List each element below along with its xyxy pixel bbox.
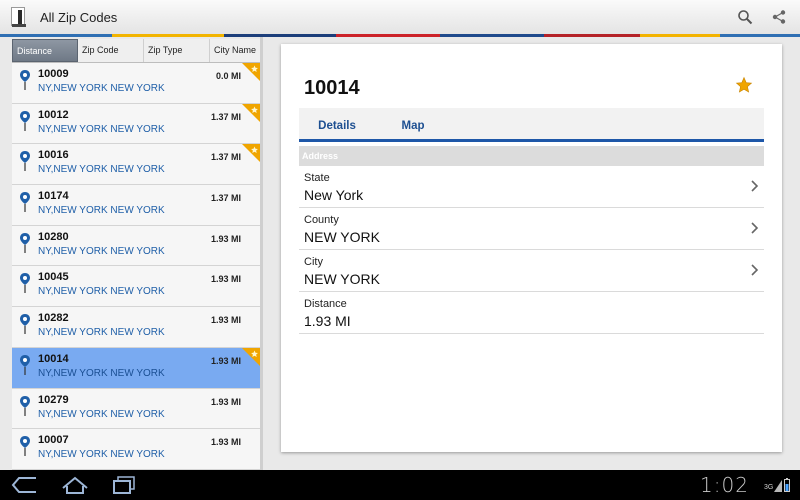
zip-distance: 1.93 MI — [210, 355, 241, 366]
location-pin-icon — [19, 191, 31, 213]
zip-list-item[interactable]: 10280 NY,NEW YORK NEW YORK 1.93 MI — [12, 225, 260, 267]
search-icon[interactable] — [728, 0, 762, 34]
location-pin-icon — [19, 69, 31, 91]
tab-details[interactable]: Details — [299, 108, 375, 142]
zip-list-item[interactable]: 10007 NY,NEW YORK NEW YORK 1.93 MI — [12, 429, 260, 470]
zip-code: 10007 — [38, 434, 69, 447]
location-pin-icon — [19, 150, 31, 172]
location-pin-icon — [19, 395, 31, 417]
detail-card: 10014 Details Map Address State New York… — [281, 44, 782, 452]
favorite-star-icon[interactable] — [735, 76, 753, 94]
zip-distance: 1.93 MI — [210, 274, 241, 285]
detail-value: New York — [304, 187, 364, 203]
zip-code: 10279 — [38, 393, 69, 406]
detail-tabs: Details Map — [299, 108, 764, 142]
zip-place: NY,NEW YORK NEW YORK — [38, 83, 165, 94]
zip-place: NY,NEW YORK NEW YORK — [38, 327, 165, 339]
system-nav-bar: 1:02 3G — [0, 470, 800, 500]
zip-list-item[interactable]: 10012 NY,NEW YORK NEW YORK 1.37 MI — [12, 103, 260, 145]
detail-label: County — [304, 214, 339, 226]
zip-list-item[interactable]: 10009 NY,NEW YORK NEW YORK 0.0 MI — [12, 63, 260, 104]
detail-label: City — [304, 256, 323, 268]
zip-list-item[interactable]: 10279 NY,NEW YORK NEW YORK 1.93 MI — [12, 388, 260, 430]
sort-tab-distance[interactable]: Distance — [12, 39, 78, 62]
location-pin-icon — [19, 435, 31, 457]
location-pin-icon — [19, 232, 31, 254]
zip-code: 10012 — [38, 108, 69, 121]
panel-divider — [260, 37, 263, 470]
battery-icon — [784, 478, 790, 492]
zip-place: NY,NEW YORK NEW YORK — [38, 408, 165, 420]
location-pin-icon — [19, 272, 31, 294]
detail-value: NEW YORK — [304, 271, 380, 287]
zip-code: 10282 — [38, 312, 69, 325]
app-icon[interactable] — [8, 5, 30, 29]
app-title: All Zip Codes — [40, 9, 118, 25]
zip-code: 10045 — [38, 271, 69, 284]
zip-place: NY,NEW YORK NEW YORK — [38, 367, 165, 379]
zip-place: NY,NEW YORK NEW YORK — [38, 286, 165, 298]
detail-row-city[interactable]: City NEW YORK — [299, 250, 764, 292]
detail-label: State — [304, 172, 330, 184]
zip-code: 10280 — [38, 230, 69, 243]
zip-distance: 0.0 MI — [215, 71, 241, 81]
zip-distance: 1.93 MI — [210, 233, 241, 244]
tab-map[interactable]: Map — [375, 108, 451, 139]
zip-distance: 1.93 MI — [210, 437, 241, 448]
zip-list-panel: Distance Zip Code Zip Type City Name 100… — [12, 39, 260, 470]
zip-place: NY,NEW YORK NEW YORK — [38, 449, 165, 461]
sort-tab-zip-type[interactable]: Zip Type — [144, 39, 210, 62]
zip-code: 10009 — [38, 68, 69, 80]
zip-place: NY,NEW YORK NEW YORK — [38, 205, 165, 217]
chevron-right-icon — [751, 222, 759, 234]
zip-distance: 1.37 MI — [210, 193, 241, 204]
zip-place: NY,NEW YORK NEW YORK — [38, 164, 165, 176]
zip-code: 10174 — [38, 190, 69, 203]
location-pin-icon — [19, 354, 31, 376]
zip-list-item[interactable]: 10045 NY,NEW YORK NEW YORK 1.93 MI — [12, 266, 260, 308]
zip-distance: 1.37 MI — [210, 152, 241, 163]
chevron-right-icon — [751, 180, 759, 192]
detail-label: Distance — [304, 298, 347, 310]
zip-list-item[interactable]: 10016 NY,NEW YORK NEW YORK 1.37 MI — [12, 144, 260, 186]
back-icon[interactable] — [10, 474, 40, 496]
sort-tab-zip-code[interactable]: Zip Code — [78, 39, 144, 62]
zip-distance: 1.37 MI — [210, 111, 241, 122]
action-bar: All Zip Codes — [0, 0, 800, 34]
zip-code: 10016 — [38, 149, 69, 162]
section-header-address: Address — [299, 146, 764, 166]
chevron-right-icon — [751, 264, 759, 276]
favorite-corner-star-icon — [242, 103, 260, 122]
location-pin-icon — [19, 313, 31, 335]
zip-list-item[interactable]: 10014 NY,NEW YORK NEW YORK 1.93 MI — [12, 347, 260, 389]
detail-title: 10014 — [304, 77, 360, 99]
zip-place: NY,NEW YORK NEW YORK — [38, 245, 165, 257]
sort-tabs: Distance Zip Code Zip Type City Name — [12, 39, 260, 63]
zip-list: 10009 NY,NEW YORK NEW YORK 0.0 MI 10012 NY,N… — [12, 63, 260, 470]
network-type: 3G — [764, 484, 774, 491]
zip-list-item[interactable]: 10174 NY,NEW YORK NEW YORK 1.37 MI — [12, 185, 260, 226]
favorite-corner-star-icon — [242, 144, 260, 163]
recent-apps-icon[interactable] — [110, 474, 140, 496]
zip-list-item[interactable]: 10282 NY,NEW YORK NEW YORK 1.93 MI — [12, 307, 260, 348]
signal-icon — [774, 480, 782, 492]
zip-distance: 1.93 MI — [210, 315, 241, 326]
detail-value: 1.93 MI — [304, 313, 351, 329]
detail-row-distance: Distance 1.93 MI — [299, 292, 764, 334]
zip-place: NY,NEW YORK NEW YORK — [38, 123, 165, 135]
location-pin-icon — [19, 110, 31, 132]
detail-row-county[interactable]: County NEW YORK — [299, 208, 764, 250]
zip-code: 10014 — [38, 352, 69, 365]
home-icon[interactable] — [60, 474, 90, 496]
share-icon[interactable] — [762, 0, 796, 34]
favorite-corner-star-icon — [242, 347, 260, 366]
clock: 1:02 — [700, 473, 749, 497]
detail-row-state[interactable]: State New York — [299, 166, 764, 208]
zip-distance: 1.93 MI — [210, 396, 241, 407]
favorite-corner-star-icon — [242, 63, 260, 81]
sort-tab-city-name[interactable]: City Name — [210, 39, 260, 62]
color-strip — [0, 34, 800, 37]
detail-value: NEW YORK — [304, 229, 380, 245]
